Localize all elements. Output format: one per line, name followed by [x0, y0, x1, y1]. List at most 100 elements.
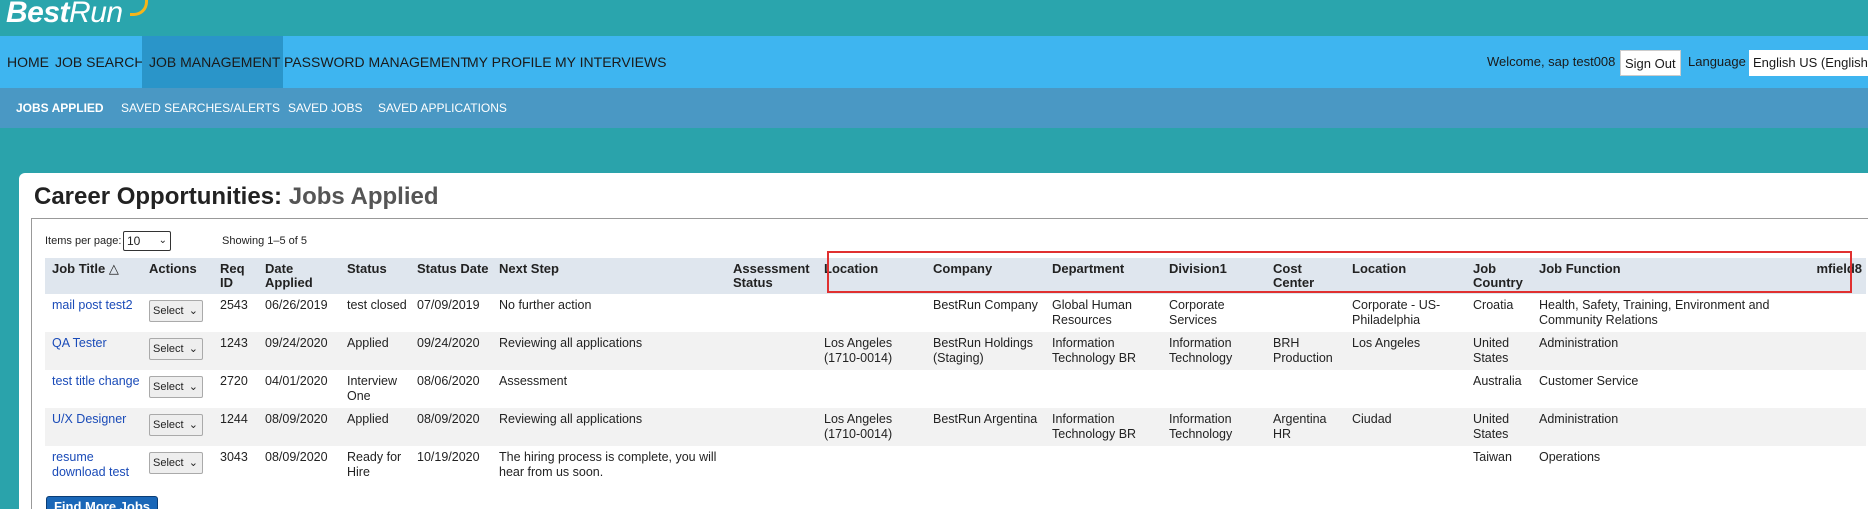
page-title: Career Opportunities: Jobs Applied [34, 183, 439, 211]
job-title-cell: resume download test [45, 446, 145, 484]
cell-req: 1244 [216, 408, 261, 446]
table-row: mail post test2 Select ⌄ 2543 06/26/2019 test… [45, 294, 1866, 332]
cell-mfield8 [1791, 446, 1866, 484]
page-title-main: Career Opportunities: [34, 183, 283, 210]
language-label: Language [1688, 54, 1746, 69]
cell-assess [729, 332, 820, 370]
cell-assess [729, 446, 820, 484]
nav-my-interviews[interactable]: MY INTERVIEWS [555, 36, 667, 88]
welcome-text: Welcome, sap test008 [1487, 54, 1616, 69]
cell-loc1: Los Angeles (1710-0014) [820, 408, 929, 446]
table-row: test title change Select ⌄ 2720 04/01/2020 In… [45, 370, 1866, 408]
chevron-down-icon: ⌄ [188, 305, 198, 317]
actions-select-button[interactable]: Select ⌄ [149, 300, 203, 322]
cell-function: Administration [1535, 408, 1791, 446]
chevron-down-icon: ⌄ [188, 343, 198, 355]
subnav-saved-jobs[interactable]: SAVED JOBS [288, 88, 362, 128]
main-nav: HOME JOB SEARCH JOB MANAGEMENT PASSWORD … [0, 36, 1868, 88]
job-title-cell: test title change [45, 370, 145, 408]
cell-mfield8 [1791, 408, 1866, 446]
actions-cell: Select ⌄ [145, 294, 216, 332]
chevron-down-icon: ⌄ [188, 381, 198, 393]
cell-mfield8 [1791, 370, 1866, 408]
subnav-jobs-applied[interactable]: JOBS APPLIED [16, 88, 104, 128]
cell-company: BestRun Company [933, 298, 1038, 312]
column-header-job-title[interactable]: Job Title △ [45, 258, 145, 294]
cell-assess [729, 294, 820, 332]
column-header-date-applied: Date Applied [261, 258, 343, 294]
cell-loc2: Los Angeles [1348, 332, 1469, 370]
job-title-link[interactable]: test title change [52, 374, 140, 388]
page-title-sub: Jobs Applied [288, 183, 439, 210]
cell-status: Applied [343, 332, 413, 370]
cell-applied: 08/09/2020 [265, 450, 328, 464]
cell-applied: 04/01/2020 [265, 374, 328, 388]
actions-select-button[interactable]: Select ⌄ [149, 414, 203, 436]
column-header-cost-center: Cost Center [1269, 258, 1348, 294]
bestrun-logo[interactable]: BestRun [6, 0, 123, 30]
actions-select-button[interactable]: Select ⌄ [149, 338, 203, 360]
nav-password-management[interactable]: PASSWORD MANAGEMENT [284, 36, 469, 88]
items-per-page-label: Items per page: [45, 235, 122, 247]
job-title-link[interactable]: mail post test2 [52, 298, 133, 312]
job-title-cell: QA Tester [45, 332, 145, 370]
job-title-cell: mail post test2 [45, 294, 145, 332]
sort-ascending-icon[interactable]: △ [109, 261, 119, 276]
cell-cost: Argentina HR [1269, 408, 1348, 446]
cell-dept: Information Technology BR [1048, 332, 1165, 370]
cell-dept: Information Technology BR [1048, 408, 1165, 446]
results-container: Items per page: 10 ⌄ Showing 1–5 of 5 Jo… [31, 218, 1868, 509]
cell-dept [1048, 370, 1165, 408]
cell-country: United States [1469, 332, 1535, 370]
cell-status-date: 08/09/2020 [413, 408, 495, 446]
subnav-saved-applications[interactable]: SAVED APPLICATIONS [378, 88, 507, 128]
cell-loc2 [1348, 446, 1469, 484]
cell-status: Applied [343, 408, 413, 446]
cell-loc2: Ciudad [1348, 408, 1469, 446]
cell-status: test closed [347, 298, 407, 312]
cell-div: Information Technology [1165, 332, 1269, 370]
cell-req: 1243 [216, 332, 261, 370]
cell-dept: Global Human Resources [1052, 298, 1132, 327]
cell-next: No further action [499, 298, 592, 312]
job-title-link[interactable]: QA Tester [52, 336, 107, 350]
cell-req: 3043 [220, 450, 248, 464]
nav-home[interactable]: HOME [7, 36, 49, 88]
find-more-jobs-button[interactable]: Find More Jobs [46, 496, 158, 509]
nav-my-profile[interactable]: MY PROFILE [467, 36, 552, 88]
column-header-company: Company [929, 258, 1048, 294]
language-select[interactable]: English US (English [1749, 50, 1868, 76]
cell-function: Operations [1539, 450, 1601, 464]
cell-cost [1269, 446, 1348, 484]
logo-swoosh-icon [130, 0, 148, 16]
jobs-applied-table: Job Title △ Actions Req ID Date Applied Stat… [45, 258, 1866, 484]
table-row: QA Tester Select ⌄ 1243 09/24/2020 Applied 09/… [45, 332, 1866, 370]
cell-country: Taiwan [1473, 450, 1512, 464]
cell-status: Interview One [347, 374, 398, 403]
job-title-link[interactable]: resume download test [52, 450, 129, 479]
table-header-row: Job Title △ Actions Req ID Date Applied Stat… [45, 258, 1866, 294]
cell-company: BestRun Holdings (Staging) [929, 332, 1048, 370]
chevron-down-icon: ⌄ [188, 457, 198, 469]
actions-cell: Select ⌄ [145, 408, 216, 446]
actions-select-button[interactable]: Select ⌄ [149, 376, 203, 398]
job-title-link[interactable]: U/X Designer [52, 412, 126, 426]
cell-next: Assessment [499, 374, 568, 388]
sign-out-button[interactable]: Sign Out [1620, 50, 1681, 76]
actions-cell: Select ⌄ [145, 370, 216, 408]
cell-function: Customer Service [1539, 374, 1639, 388]
cell-country: United States [1469, 408, 1535, 446]
cell-status-date: 10/19/2020 [417, 450, 480, 464]
actions-cell: Select ⌄ [145, 332, 216, 370]
cell-div [1165, 446, 1269, 484]
cell-function: Administration [1535, 332, 1791, 370]
nav-job-management[interactable]: JOB MANAGEMENT [142, 36, 284, 88]
items-per-page-select[interactable]: 10 ⌄ [123, 231, 171, 251]
subnav-saved-searches[interactable]: SAVED SEARCHES/ALERTS [121, 88, 280, 128]
cell-company: BestRun Argentina [929, 408, 1048, 446]
cell-company [929, 446, 1048, 484]
cell-country: Australia [1473, 374, 1522, 388]
nav-job-search[interactable]: JOB SEARCH [55, 36, 144, 88]
cell-req: 2543 [220, 298, 248, 312]
actions-select-button[interactable]: Select ⌄ [149, 452, 203, 474]
